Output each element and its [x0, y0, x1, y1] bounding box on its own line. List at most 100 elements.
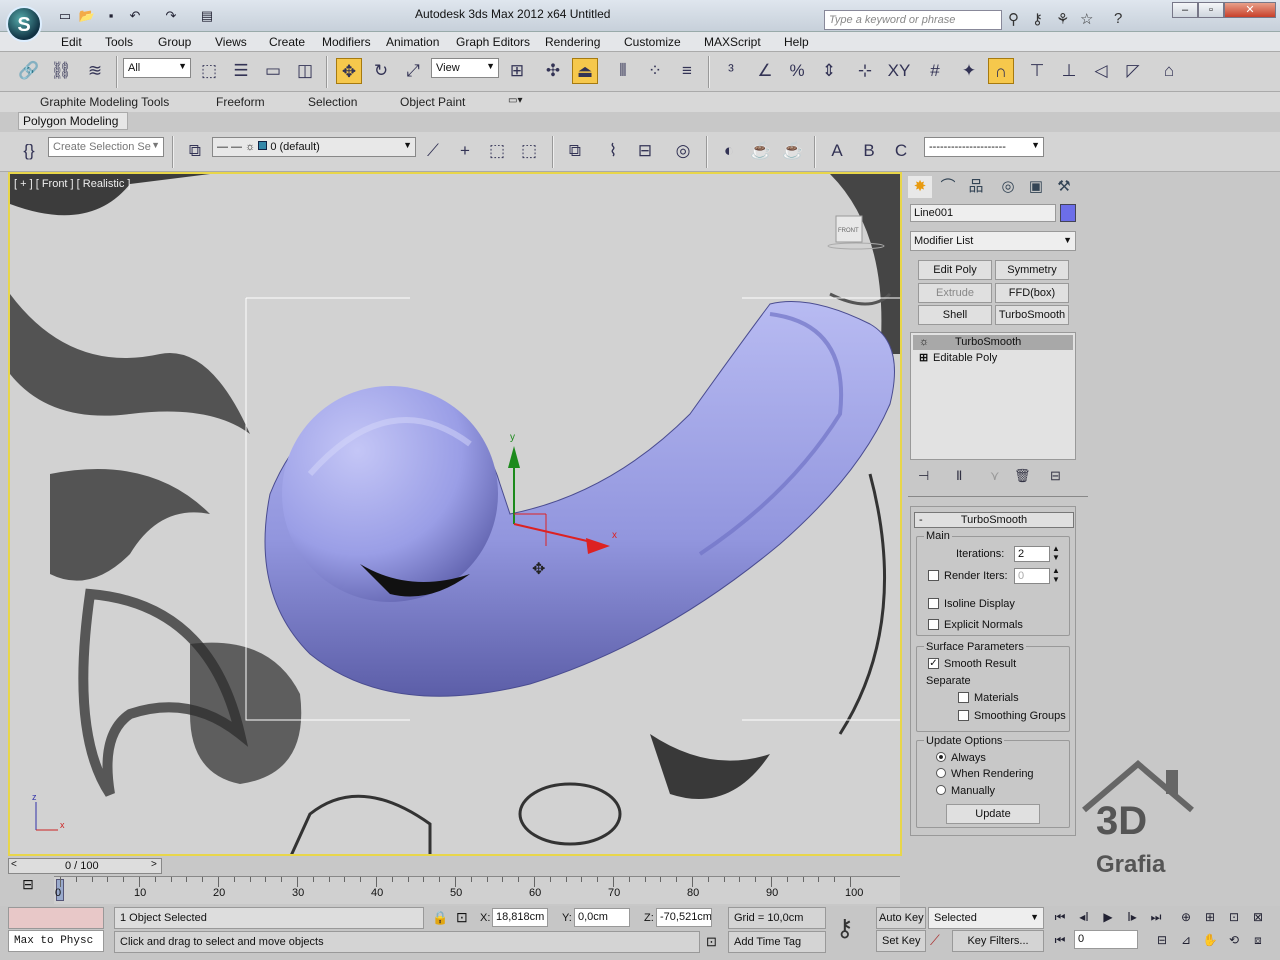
object-name-field[interactable]: Line001 [910, 204, 1056, 222]
iterations-spin-arrows[interactable]: ▲ ▼ [1052, 544, 1060, 562]
zoom-icon[interactable]: ⊕ [1176, 907, 1196, 927]
isoline-display-checkbox[interactable] [928, 598, 939, 609]
menu-views[interactable]: Views [215, 35, 247, 49]
key-mode-toggle-icon[interactable]: ⏮ [1050, 930, 1070, 950]
snap-pivot-icon[interactable]: ✦ [956, 58, 982, 84]
select-manipulate-icon[interactable]: ✣ [540, 58, 566, 84]
snaps-3d-icon[interactable]: ³ [718, 58, 744, 84]
save-icon[interactable]: ▪ [102, 8, 120, 24]
menu-tools[interactable]: Tools [105, 35, 133, 49]
previous-frame-icon[interactable]: ◂Ⅰ [1074, 907, 1094, 927]
selection-lock-icon[interactable]: 🔒 [432, 910, 448, 926]
render-iters-spinner[interactable]: 0 [1014, 568, 1050, 584]
menu-create[interactable]: Create [269, 35, 305, 49]
subscription-icon[interactable]: ⚘ [1056, 10, 1069, 28]
always-radio[interactable] [936, 752, 946, 762]
reference-coord-dropdown[interactable]: View ▼ [431, 58, 499, 78]
ffd-box-button[interactable]: FFD(box) [995, 283, 1069, 303]
edit-poly-button[interactable]: Edit Poly [918, 260, 992, 280]
zoom-all-icon[interactable]: ⊞ [1200, 907, 1220, 927]
add-to-layer-icon[interactable]: + [452, 138, 478, 164]
object-color-swatch[interactable] [1060, 204, 1076, 222]
show-end-result-icon[interactable]: Ⅱ [956, 468, 962, 484]
layer-manager-icon[interactable]: ≡ [674, 58, 700, 84]
create-layer-icon[interactable]: ⟋ [420, 138, 446, 164]
menu-customize[interactable]: Customize [624, 35, 681, 49]
selection-set-a-icon[interactable]: A [824, 138, 850, 164]
snap-endpoint-icon[interactable]: ⊤ [1024, 58, 1050, 84]
tab-selection[interactable]: Selection [308, 95, 357, 109]
selection-set-b-icon[interactable]: B [856, 138, 882, 164]
snap-active-icon[interactable]: ∩ [988, 58, 1014, 84]
link-icon[interactable]: 🔗 [16, 58, 42, 84]
auto-key-button[interactable]: Auto Key [876, 907, 926, 929]
mirror-icon[interactable]: ⫴ [610, 58, 636, 84]
time-config-icon[interactable]: ⊟ [1152, 930, 1172, 950]
select-object-icon[interactable]: ⬚ [196, 58, 222, 84]
extrude-button[interactable]: Extrude [918, 283, 992, 303]
set-current-layer-icon[interactable]: ⬚ [516, 138, 542, 164]
keyboard-shortcut-override-icon[interactable]: ⏏ [572, 58, 598, 84]
select-in-layer-icon[interactable]: ⬚ [484, 138, 510, 164]
modifier-list-dropdown[interactable]: Modifier List ▼ [910, 231, 1076, 251]
app-logo[interactable]: S [6, 6, 42, 42]
menu-edit[interactable]: Edit [61, 35, 82, 49]
menu-graph-editors[interactable]: Graph Editors [456, 35, 530, 49]
snap-grid-icon[interactable]: # [922, 58, 948, 84]
next-frame-icon[interactable]: Ⅰ▸ [1122, 907, 1142, 927]
key-icon[interactable]: ⚷ [1032, 10, 1043, 28]
favorites-star-icon[interactable]: ☆ [1080, 10, 1093, 28]
tab-graphite-modeling[interactable]: Graphite Modeling Tools [40, 95, 169, 109]
menu-rendering[interactable]: Rendering [545, 35, 600, 49]
layers-icon[interactable]: ⧉ [182, 138, 208, 164]
render-setup-icon[interactable]: ☕ [748, 138, 774, 164]
rect-selection-icon[interactable]: ▭ [260, 58, 286, 84]
hierarchy-tab-icon[interactable]: 品 [964, 176, 988, 198]
redo-icon[interactable]: ↷ [162, 8, 180, 24]
zoom-extents-icon[interactable]: ⊡ [1224, 907, 1244, 927]
help-icon[interactable]: ? [1114, 10, 1122, 27]
expand-icon[interactable]: ⊞ [919, 351, 928, 366]
select-rotate-icon[interactable]: ↻ [368, 58, 394, 84]
motion-tab-icon[interactable]: ◎ [996, 176, 1020, 198]
explicit-normals-checkbox[interactable] [928, 619, 939, 630]
align-icon[interactable]: ⁘ [642, 58, 668, 84]
time-tag-icon[interactable]: ⊡ [706, 934, 717, 950]
pin-stack-icon[interactable]: ⊣ [918, 468, 929, 484]
smooth-result-checkbox[interactable]: ✓ [928, 658, 939, 669]
when-rendering-radio[interactable] [936, 768, 946, 778]
snap-edge-icon[interactable]: ◁ [1088, 58, 1114, 84]
menu-maxscript[interactable]: MAXScript [704, 35, 761, 49]
selection-set-c-icon[interactable]: C [888, 138, 914, 164]
material-editor-icon[interactable]: ◐ [716, 138, 742, 164]
manually-radio[interactable] [936, 785, 946, 795]
snap-midpoint-icon[interactable]: ⊥ [1056, 58, 1082, 84]
next-frame-arrow[interactable]: > [151, 859, 157, 870]
go-to-end-icon[interactable]: ⏭ [1146, 907, 1166, 927]
display-tab-icon[interactable]: ▣ [1024, 176, 1048, 198]
default-tangent-icon[interactable]: ⟋ [930, 932, 940, 949]
z-coord-field[interactable]: -70,521cm [656, 908, 712, 927]
viewcube-label[interactable]: FRONT [838, 228, 859, 234]
new-file-icon[interactable]: ▭ [56, 8, 74, 24]
edit-named-selection-icon[interactable]: {} [16, 138, 42, 164]
y-coord-field[interactable]: 0,0cm [574, 908, 630, 927]
orbit-icon[interactable]: ⟲ [1224, 930, 1244, 950]
lightbulb-icon[interactable]: ☼ [919, 335, 929, 350]
select-move-icon[interactable]: ✥ [336, 58, 362, 84]
stack-item-editable-poly[interactable]: ⊞ Editable Poly [913, 351, 1073, 366]
set-key-button[interactable]: Set Key [876, 930, 926, 952]
angle-snap-icon[interactable]: ∠ [752, 58, 778, 84]
dope-sheet-icon[interactable]: ⊟ [632, 138, 658, 164]
timeline-mini-curve-icon[interactable]: ⊟ [18, 876, 38, 894]
play-icon[interactable]: ▶ [1098, 907, 1118, 927]
selection-filter-dropdown[interactable]: All ▼ [123, 58, 191, 78]
snap-xy-icon[interactable]: XY [886, 58, 912, 84]
named-selection-dropdown[interactable]: Create Selection Se ▼ [48, 137, 164, 157]
maximize-viewport-icon[interactable]: ⧈ [1248, 930, 1268, 950]
layer-dropdown[interactable]: — — ☼ 0 (default) ▼ [212, 137, 416, 157]
spinner-snap-icon[interactable]: ⇕ [816, 58, 842, 84]
utilities-tab-icon[interactable]: ⚒ [1052, 176, 1076, 198]
key-filters-button[interactable]: Key Filters... [952, 930, 1044, 952]
set-key-icon[interactable]: ⚷ [836, 914, 854, 943]
